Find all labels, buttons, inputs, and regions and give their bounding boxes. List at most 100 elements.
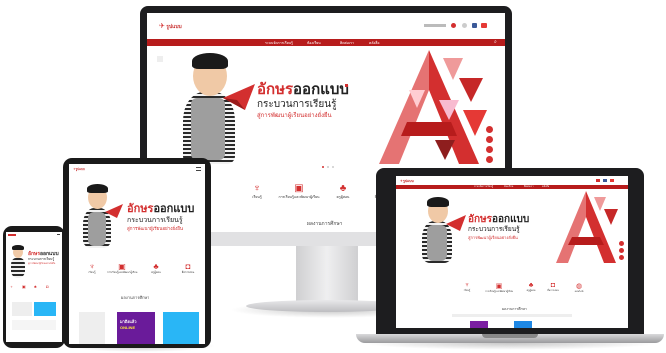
feature-3[interactable]: ♣ ครูผู้สอน [321, 183, 365, 200]
carousel-dot-1[interactable] [322, 166, 324, 168]
section-title: ผลงานการศึกษา [502, 307, 527, 311]
hero-tagline: สู่การพัฒนาผู้เรียนอย่างยั่งยืน [257, 113, 332, 119]
site-logo[interactable]: ✈ รูปแบบ [159, 22, 182, 31]
site-logo-tablet[interactable]: ✈รูปแบบ [73, 167, 85, 172]
site-logo-laptop[interactable]: ✈รูปแบบ [400, 178, 414, 184]
hero-subheading: กระบวนการเรียนรู้ [257, 99, 337, 110]
kid-photo [11, 258, 25, 278]
tree-icon: ♣ [153, 262, 159, 271]
site-logo-phone[interactable] [8, 234, 16, 236]
feature-3[interactable]: ♣ ครูผู้สอน [141, 262, 171, 275]
rocket-icon[interactable]: ♆ [10, 284, 13, 289]
feature-label: ออนไลน์ [574, 290, 584, 293]
phone-hero: อักษรออกแบบ กระบวนการเรียนรู้ สู่การพัฒน… [6, 238, 62, 278]
feature-label: เรียนรู้ [463, 289, 471, 292]
menu-search-icon[interactable]: ⌕ [494, 40, 499, 45]
feature-4[interactable]: ◘ สื่อการสอน [173, 262, 203, 275]
hero-headline: อักษรออกแบบ [257, 81, 349, 98]
feature-label: การเรียนรู้และพัฒนาผู้เรียน [107, 271, 138, 274]
phone-website: อักษรออกแบบ กระบวนการเรียนรู้ สู่การพัฒน… [6, 232, 62, 342]
paper-plane-icon [446, 215, 466, 231]
side-link-4[interactable] [486, 156, 493, 163]
content-block [12, 320, 56, 330]
brand-a-graphic [556, 191, 618, 263]
feature-label: เรียนรู้ [88, 271, 96, 274]
hero-tagline: สู่การพัฒนาผู้เรียนอย่างยั่งยืน [28, 263, 56, 265]
laptop-notch [482, 334, 538, 338]
hero-tagline: สู่การพัฒนาผู้เรียนอย่างยั่งยืน [127, 226, 183, 231]
logo-text: รูปแบบ [166, 24, 182, 30]
logo-text: รูปแบบ [402, 179, 414, 183]
desktop-header: ✈ รูปแบบ [147, 13, 505, 39]
hero-headline: อักษรออกแบบ [127, 203, 195, 215]
feature-label: การเรียนรู้และพัฒนาผู้เรียน [484, 290, 514, 293]
rocket-icon: ♆ [464, 282, 470, 289]
kid-vest [427, 225, 447, 261]
tree-icon[interactable]: ♣ [34, 284, 37, 289]
side-link-3[interactable] [619, 255, 624, 260]
desktop-nav-bar: ระบบจัดการเรียนรู้ ห้องเรียน ติดต่อเรา ค… [147, 39, 505, 46]
kid-vest [88, 212, 106, 246]
book-icon: ▣ [294, 183, 304, 194]
card-thumb-1[interactable] [470, 321, 488, 328]
box-icon[interactable]: ◘ [46, 284, 48, 289]
tablet-header: ✈รูปแบบ [69, 164, 205, 174]
search-bar[interactable] [452, 314, 572, 317]
side-link-1[interactable] [619, 241, 624, 246]
deco-square [157, 56, 163, 62]
card-thumb-2[interactable] [514, 321, 532, 328]
search-icon[interactable] [462, 23, 467, 28]
hamburger-menu-icon[interactable] [196, 167, 201, 171]
feature-2[interactable]: ▣ การเรียนรู้และพัฒนาผู้เรียน [484, 282, 514, 294]
hero-subheading: กระบวนการเรียนรู้ [468, 226, 520, 233]
side-link-1[interactable] [486, 126, 493, 133]
card-thumb-3[interactable] [163, 312, 199, 344]
box-icon: ◘ [185, 262, 191, 271]
card-thumb-2[interactable] [34, 302, 56, 316]
book-icon: ▣ [118, 262, 126, 271]
language-selector[interactable] [424, 24, 446, 27]
flag-icon[interactable] [451, 23, 456, 28]
hero-subheading: กระบวนการเรียนรู้ [127, 217, 183, 224]
card-online-course[interactable]: มาถึงแล้ว ONLINE [117, 312, 155, 344]
feature-1[interactable]: ♆ เรียนรู้ [235, 183, 279, 200]
hero-tagline: สู่การพัฒนาผู้เรียนอย่างยั่งยืน [468, 235, 518, 240]
kid-vest [191, 98, 225, 160]
youtube-icon[interactable] [610, 179, 614, 182]
tablet-hero: อักษรออกแบบ กระบวนการเรียนรู้ สู่การพัฒน… [69, 174, 205, 248]
book-icon[interactable]: ▣ [22, 284, 26, 289]
card-thumb-1[interactable] [12, 302, 32, 316]
side-link-3[interactable] [486, 146, 493, 153]
section-title: ผลงานการศึกษา [121, 295, 150, 300]
kid-hair [12, 245, 24, 250]
kid-hair [87, 184, 108, 193]
feature-2[interactable]: ▣ การเรียนรู้และพัฒนาผู้เรียน [277, 183, 321, 200]
feature-5[interactable]: ◍ ออนไลน์ [564, 282, 594, 294]
logo-text: รูปแบบ [75, 167, 85, 171]
monitor-stand-neck [296, 246, 358, 304]
feature-1[interactable]: ♆ เรียนรู้ [452, 282, 482, 293]
feature-label: เรียนรู้ [252, 195, 262, 199]
facebook-icon[interactable] [603, 179, 607, 182]
side-link-2[interactable] [619, 248, 624, 253]
youtube-icon[interactable] [481, 23, 487, 28]
facebook-icon[interactable] [472, 23, 477, 28]
card-thumb-1[interactable] [79, 312, 105, 344]
logo-mark-icon: ✈ [159, 23, 165, 30]
feature-label: สื่อการสอน [181, 271, 195, 274]
flag-icon[interactable] [596, 179, 600, 182]
feature-2[interactable]: ▣ การเรียนรู้และพัฒนาผู้เรียน [107, 262, 137, 275]
laptop-website: ✈รูปแบบ ระบบจัดการเรียนรู้ ห้องเรียน ติด… [396, 176, 628, 328]
paper-plane-icon [105, 204, 123, 218]
kid-hair [427, 197, 449, 207]
carousel-dot-2[interactable] [327, 166, 329, 168]
card-banner-text: มาถึงแล้ว [120, 319, 137, 324]
device-mockup-stage: ✈ รูปแบบ ระบบจัดการเรียนรู้ ห้องเรียน ติ… [0, 0, 666, 353]
tree-icon: ♣ [339, 183, 347, 194]
card-banner-text-2: ONLINE [120, 325, 136, 330]
carousel-dot-3[interactable] [332, 166, 334, 168]
side-link-2[interactable] [486, 136, 493, 143]
deco-dot [345, 84, 348, 87]
hamburger-menu-icon[interactable] [57, 234, 60, 236]
feature-1[interactable]: ♆ เรียนรู้ [77, 262, 107, 275]
